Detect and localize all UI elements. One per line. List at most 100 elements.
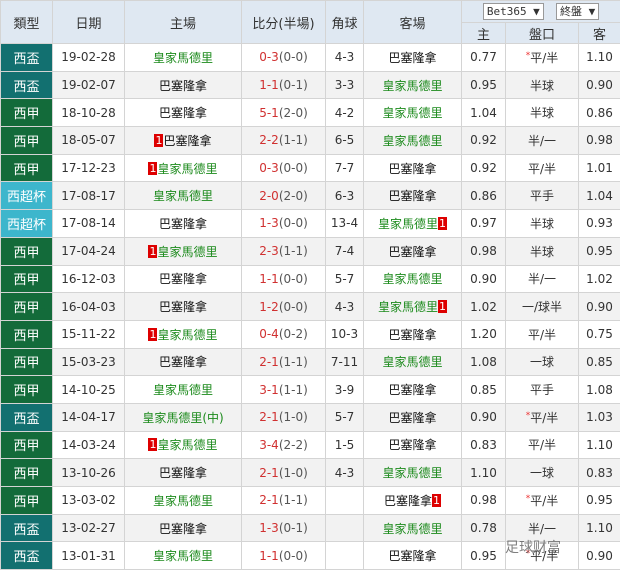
home-team[interactable]: 巴塞隆拿	[159, 355, 207, 369]
competition-type[interactable]: 西甲	[0, 319, 53, 349]
away-team[interactable]: 皇家馬德里	[382, 134, 442, 148]
odds-home: 1.20	[461, 319, 506, 349]
home-team-cell: 皇家馬德里	[124, 375, 242, 404]
competition-type[interactable]: 西盃	[0, 513, 53, 543]
away-team[interactable]: 皇家馬德里	[382, 79, 442, 93]
score-cell: 0-3(0-0)	[241, 43, 326, 72]
half-time-score: (0-0)	[278, 271, 308, 286]
full-time-score: 2-1	[259, 465, 279, 480]
competition-type[interactable]: 西甲	[0, 430, 53, 460]
competition-type[interactable]: 西甲	[0, 458, 53, 487]
odds-home: 0.90	[461, 402, 506, 432]
home-team[interactable]: 皇家馬德里	[153, 494, 213, 508]
competition-type[interactable]: 西盃	[0, 43, 53, 72]
away-team[interactable]: 巴塞隆拿	[388, 189, 436, 203]
table-row: 西盃 14-04-17 皇家馬德里(中) 2-1(1-0) 5-7 巴塞隆拿 0…	[0, 402, 620, 432]
home-team[interactable]: 皇家馬德里	[153, 51, 213, 65]
away-team[interactable]: 巴塞隆拿	[388, 438, 436, 452]
away-team[interactable]: 巴塞隆拿	[388, 328, 436, 342]
bookmaker-select[interactable]: Bet365 ▼	[482, 3, 544, 20]
full-time-score: 1-3	[259, 521, 279, 536]
handicap: 一球	[529, 355, 554, 370]
away-team[interactable]: 皇家馬德里	[382, 106, 442, 120]
home-team[interactable]: 皇家馬德里	[153, 383, 213, 397]
competition-type[interactable]: 西甲	[0, 292, 53, 321]
match-date: 17-08-17	[52, 181, 125, 211]
competition-type[interactable]: 西甲	[0, 347, 53, 377]
home-team[interactable]: 皇家馬德里	[157, 438, 217, 452]
away-team[interactable]: 皇家馬德里	[382, 522, 442, 536]
handicap: 平/半	[530, 50, 559, 65]
table-row: 西盃 19-02-28 皇家馬德里 0-3(0-0) 4-3 巴塞隆拿 0.77…	[0, 43, 620, 72]
away-team[interactable]: 皇家馬德里	[382, 466, 442, 480]
odds-home: 0.95	[461, 541, 506, 571]
home-team[interactable]: 巴塞隆拿	[159, 217, 207, 231]
competition-type[interactable]: 西甲	[0, 236, 53, 266]
half-time-score: (0-1)	[278, 78, 308, 93]
odds-home: 0.98	[461, 486, 506, 515]
handicap-cell: 平/半	[505, 319, 579, 349]
competition-type[interactable]: 西盃	[0, 70, 53, 100]
red-card-badge: 1	[438, 216, 447, 230]
home-team[interactable]: 巴塞隆拿	[159, 79, 207, 93]
home-team[interactable]: 皇家馬德里	[153, 549, 213, 563]
handicap-cell: 平手	[505, 375, 579, 404]
away-team[interactable]: 皇家馬德里	[378, 300, 438, 314]
odds-away: 1.10	[577, 43, 620, 72]
full-time-score: 3-4	[259, 437, 279, 452]
home-team-cell: 皇家馬德里	[124, 43, 242, 72]
away-team[interactable]: 皇家馬德里	[382, 272, 442, 286]
competition-type[interactable]: 西甲	[0, 98, 53, 128]
match-date: 14-10-25	[52, 375, 125, 404]
competition-type[interactable]: 西超杯	[0, 181, 53, 211]
competition-type[interactable]: 西甲	[0, 126, 53, 155]
away-team[interactable]: 巴塞隆拿	[388, 162, 436, 176]
competition-type[interactable]: 西超杯	[0, 209, 53, 238]
away-team[interactable]: 巴塞隆拿	[388, 549, 436, 563]
half-time-score: (0-0)	[278, 161, 308, 176]
half-time-score: (1-0)	[278, 465, 308, 480]
handicap-cell: 平手	[505, 181, 579, 211]
away-team[interactable]: 巴塞隆拿	[388, 51, 436, 65]
home-team[interactable]: 皇家馬德里	[157, 245, 217, 259]
away-team[interactable]: 巴塞隆拿	[388, 411, 436, 425]
handicap: 平手	[529, 189, 554, 204]
competition-type[interactable]: 西盃	[0, 402, 53, 432]
odds-type-select[interactable]: 終盤 ▼	[555, 3, 600, 20]
home-team[interactable]: 巴塞隆拿	[159, 522, 207, 536]
competition-type[interactable]: 西甲	[0, 264, 53, 294]
home-team[interactable]: 巴塞隆拿	[159, 466, 207, 480]
away-team[interactable]: 巴塞隆拿	[388, 383, 436, 397]
score-cell: 1-3(0-1)	[241, 513, 326, 543]
handicap-cell: 半球	[505, 98, 579, 128]
away-team[interactable]: 皇家馬德里	[378, 217, 438, 231]
away-team[interactable]: 皇家馬德里	[382, 355, 442, 369]
home-team[interactable]: 巴塞隆拿	[159, 272, 207, 286]
handicap: 一球	[529, 466, 554, 481]
home-team[interactable]: 皇家馬德里	[157, 162, 217, 176]
match-date: 18-05-07	[52, 126, 125, 155]
home-team-cell: 巴塞隆拿	[124, 98, 242, 128]
corners: 4-3	[325, 292, 364, 321]
home-team[interactable]: 巴塞隆拿	[159, 106, 207, 120]
odds-selectors: Bet365 ▼ 終盤 ▼	[460, 0, 620, 23]
away-team-cell: 巴塞隆拿	[363, 319, 462, 349]
odds-home: 0.78	[461, 513, 506, 543]
competition-type[interactable]: 西甲	[0, 486, 53, 515]
home-team[interactable]: 巴塞隆拿	[163, 134, 211, 148]
home-team-cell: 巴塞隆拿	[124, 264, 242, 294]
corners: 7-4	[325, 236, 364, 266]
home-team[interactable]: 皇家馬德里(中)	[142, 411, 223, 425]
home-team[interactable]: 巴塞隆拿	[159, 300, 207, 314]
competition-type[interactable]: 西甲	[0, 375, 53, 404]
match-date: 13-10-26	[52, 458, 125, 487]
away-team[interactable]: 巴塞隆拿	[384, 494, 432, 508]
home-team[interactable]: 皇家馬德里	[157, 328, 217, 342]
competition-type[interactable]: 西甲	[0, 153, 53, 183]
away-team[interactable]: 巴塞隆拿	[388, 245, 436, 259]
half-time-score: (1-1)	[278, 354, 308, 369]
table-row: 西超杯 17-08-14 巴塞隆拿 1-3(0-0) 13-4 皇家馬德里1 0…	[0, 209, 620, 238]
competition-type[interactable]: 西盃	[0, 541, 53, 571]
home-team[interactable]: 皇家馬德里	[153, 189, 213, 203]
match-date: 19-02-28	[52, 43, 125, 72]
